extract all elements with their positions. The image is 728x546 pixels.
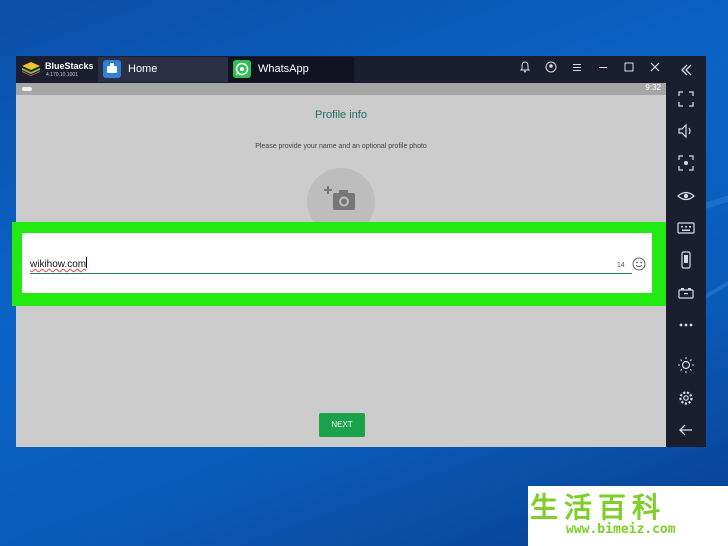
close-icon[interactable] <box>646 60 664 78</box>
menu-icon[interactable] <box>568 60 586 78</box>
tab-home-label: Home <box>128 63 158 75</box>
maximize-icon[interactable] <box>620 60 638 78</box>
settings-icon[interactable] <box>676 388 696 408</box>
android-notification-icon <box>22 87 32 91</box>
watermark: 生活百科 www.bimeiz.com <box>528 486 728 546</box>
tab-whatsapp-label: WhatsApp <box>258 63 309 75</box>
text-caret <box>86 257 88 268</box>
fullscreen-icon[interactable] <box>676 89 696 109</box>
collapse-sidebar-icon[interactable] <box>676 60 696 80</box>
bluestacks-logo: BlueStacks 4.170.10.1001 <box>20 59 100 81</box>
volume-icon[interactable] <box>676 121 696 141</box>
tab-home[interactable]: Home <box>98 57 228 82</box>
brightness-icon[interactable] <box>676 355 696 375</box>
account-icon[interactable] <box>542 60 560 78</box>
page-title: Profile info <box>315 109 367 121</box>
notification-bell-icon[interactable] <box>516 60 534 78</box>
emoji-icon[interactable] <box>632 257 646 271</box>
title-bar: BlueStacks 4.170.10.1001 Home WhatsApp <box>16 56 666 83</box>
eye-icon[interactable] <box>676 186 696 206</box>
watermark-url: www.bimeiz.com <box>566 522 676 537</box>
tab-whatsapp[interactable]: WhatsApp <box>228 57 354 82</box>
home-app-icon <box>103 60 121 78</box>
next-button[interactable]: NEXT <box>319 413 365 437</box>
more-icon[interactable] <box>676 315 696 335</box>
bluestacks-logo-icon <box>22 62 40 76</box>
page-subtitle: Please provide your name and an optional… <box>255 143 427 150</box>
name-input[interactable]: wikihow.com <box>30 257 632 274</box>
highlight-box: wikihow.com 14 <box>12 222 666 306</box>
right-sidebar <box>666 56 706 447</box>
clock: 9:32 <box>645 83 661 92</box>
version-label: 4.170.10.1001 <box>46 72 78 78</box>
back-icon[interactable] <box>676 420 696 440</box>
screenshot-icon[interactable] <box>676 153 696 173</box>
android-status-bar: 9:32 <box>16 83 666 95</box>
name-input-panel: wikihow.com 14 <box>22 233 652 293</box>
minimize-icon[interactable] <box>594 60 612 78</box>
name-input-value: wikihow.com <box>30 259 87 270</box>
brand-name: BlueStacks <box>45 61 94 71</box>
watermark-chinese: 生活百科 <box>530 491 667 524</box>
gamepad-icon[interactable] <box>676 283 696 303</box>
character-counter: 14 <box>617 262 625 269</box>
phone-icon[interactable] <box>676 250 696 270</box>
whatsapp-icon <box>233 60 251 78</box>
keyboard-icon[interactable] <box>676 218 696 238</box>
